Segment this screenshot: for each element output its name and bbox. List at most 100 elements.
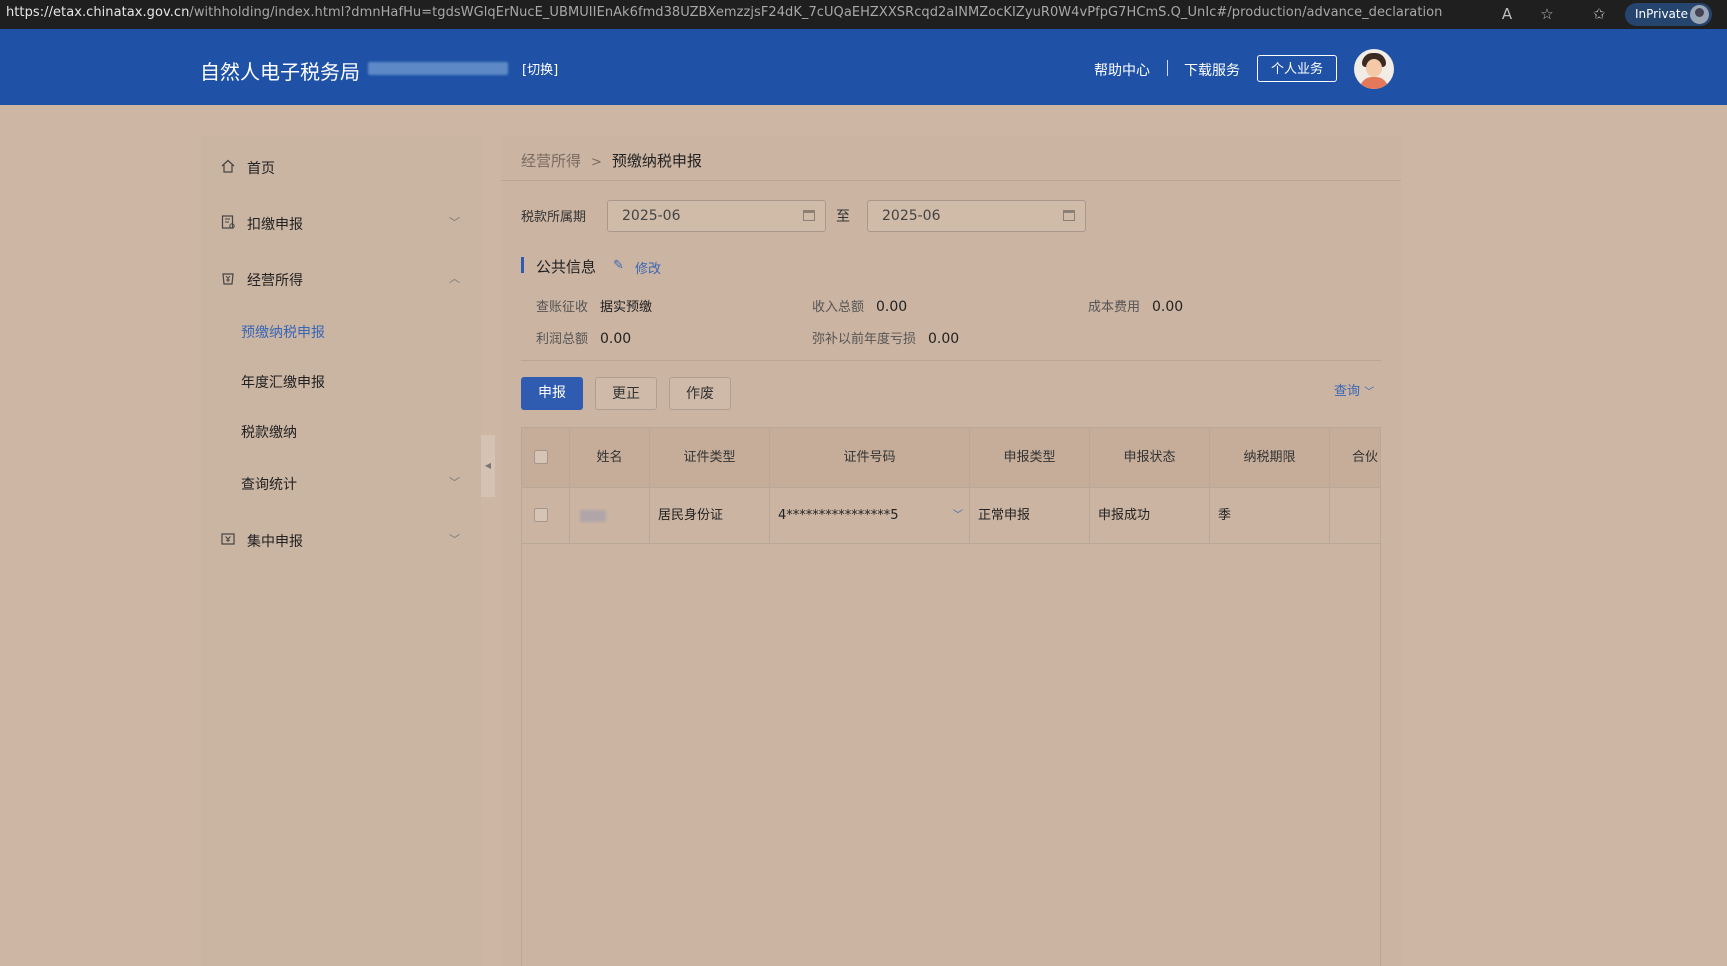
redacted-user-name [368,62,508,75]
cell-partner [1330,488,1380,543]
sidebar-item-central-declaration[interactable]: 集中申报 ﹀ [201,519,481,559]
breadcrumb-current: 预缴纳税申报 [611,152,702,170]
info-value: 0.00 [928,331,960,347]
chevron-down-icon: ﹀ [1364,387,1375,398]
column-header: 姓名 [570,428,650,487]
calendar-icon [1063,210,1075,221]
sidebar-sub-label: 查询统计 [241,477,297,493]
info-key: 弥补以前年度亏损 [812,332,917,347]
info-field: 利润总额 0.00 [536,328,631,347]
cell-id-number-text: 4****************5 [778,508,899,523]
url-text[interactable]: https://etax.chinatax.gov.cn/withholding… [6,5,1442,20]
header-divider [1167,60,1168,76]
chevron-up-icon: ︿ [449,272,460,285]
cell-declaration-type: 正常申报 [970,488,1090,543]
sidebar-item-business-income[interactable]: 经营所得 ︿ [201,258,481,298]
section-marker [521,257,524,273]
chevron-down-icon: ﹀ [449,476,460,489]
info-field: 弥补以前年度亏损 0.00 [812,328,959,347]
url-host: https://etax.chinatax.gov.cn [6,5,190,20]
cell-id-type: 居民身份证 [650,488,770,543]
breadcrumb: 经营所得 > 预缴纳税申报 [521,150,702,171]
sidebar-sub-advance-declaration[interactable]: 预缴纳税申报 [201,310,481,350]
period-to-value: 2025-06 [882,208,941,224]
info-field: 收入总额 0.00 [812,296,907,315]
sidebar-sub-label: 税款缴纳 [241,425,297,441]
sidebar-collapse-handle[interactable]: ◀ [481,435,495,497]
edit-public-info-link[interactable]: 修改 [635,258,661,277]
sidebar-sub-query-stats[interactable]: 查询统计 ﹀ [201,462,481,502]
info-key: 利润总额 [536,332,589,347]
info-key: 成本费用 [1088,300,1141,315]
sidebar-item-label: 扣缴申报 [247,217,303,233]
star-icon[interactable]: ☆ [1537,4,1557,24]
declare-button[interactable]: 申报 [521,377,583,410]
divider [501,180,1401,181]
sidebar-item-withholding[interactable]: 扣缴申报 ﹀ [201,202,481,242]
cell-status: 申报成功 [1090,488,1210,543]
header-select-cell [522,428,570,487]
info-value: 0.00 [876,299,908,315]
avatar-face [1366,59,1382,77]
correct-button[interactable]: 更正 [595,377,657,410]
site-header: 自然人电子税务局 [切换] 帮助中心 下载服务 个人业务 [0,29,1727,105]
download-service-link[interactable]: 下载服务 [1184,60,1240,80]
info-value: 0.00 [600,331,632,347]
chevron-down-icon: ﹀ [449,533,460,546]
edit-icon[interactable]: ✎ [613,258,624,273]
central-declare-icon [221,533,235,545]
inprivate-badge[interactable]: InPrivate [1625,3,1712,26]
favorites-icon[interactable]: ✩ [1589,4,1609,24]
sidebar: 首页 扣缴申报 ﹀ 经营所得 ︿ 预缴纳税申报 年度汇缴申报 税款缴纳 查询统计… [201,136,481,966]
sidebar-item-label: 经营所得 [247,273,303,289]
breadcrumb-parent[interactable]: 经营所得 [521,152,581,170]
column-header: 合伙 [1352,450,1379,465]
cell-id-number: 4****************5 ﹀ [770,488,970,543]
chevron-down-icon: ﹀ [449,216,460,229]
public-info-title: 公共信息 [536,258,597,276]
column-header: 申报状态 [1090,428,1210,487]
switch-link[interactable]: [切换] [522,59,558,78]
table-header: 姓名 证件类型 证件号码 申报类型 申报状态 纳税期限 合伙 [522,428,1380,488]
browser-address-bar[interactable]: https://etax.chinatax.gov.cn/withholding… [0,0,1727,29]
row-checkbox[interactable] [534,508,548,522]
info-field: 查账征收 据实预缴 [536,296,652,315]
profile-avatar-icon [1690,5,1709,24]
breadcrumb-separator-icon: > [591,155,602,170]
sidebar-sub-label: 预缴纳税申报 [241,325,325,341]
column-header: 证件类型 [650,428,770,487]
url-path: /withholding/index.html?dmnHafHu=tgdsWGl… [189,5,1443,20]
calendar-icon [803,210,815,221]
void-button[interactable]: 作废 [669,377,731,410]
column-header: 证件号码 [770,428,970,487]
inprivate-label: InPrivate [1635,7,1688,21]
sidebar-item-home[interactable]: 首页 [201,146,481,186]
main-panel: 经营所得 > 预缴纳税申报 税款所属期 2025-06 至 2025-06 公共信息… [501,136,1401,966]
column-header: 申报类型 [970,428,1090,487]
query-label: 查询 [1334,384,1361,399]
period-label: 税款所属期 [521,210,587,225]
declare-icon [221,215,235,229]
info-value: 0.00 [1152,299,1184,315]
select-all-checkbox[interactable] [534,450,548,464]
period-from-value: 2025-06 [622,208,681,224]
home-icon [221,159,235,173]
declaration-table: 姓名 证件类型 证件号码 申报类型 申报状态 纳税期限 合伙 居民身份证 4**… [521,427,1381,966]
help-center-link[interactable]: 帮助中心 [1094,60,1150,80]
chevron-down-icon[interactable]: ﹀ [953,488,963,543]
query-toggle[interactable]: 查询 ﹀ [1334,380,1374,399]
sidebar-sub-tax-payment[interactable]: 税款缴纳 [201,410,481,450]
cell-name [570,488,650,543]
site-brand[interactable]: 自然人电子税务局 [200,56,360,85]
table-row[interactable]: 居民身份证 4****************5 ﹀ 正常申报 申报成功 季 [522,488,1380,544]
info-value: 据实预缴 [600,300,653,315]
personal-business-button[interactable]: 个人业务 [1257,55,1337,82]
period-to-input[interactable]: 2025-06 [867,200,1086,232]
period-to-word: 至 [836,209,850,225]
sidebar-item-label: 集中申报 [247,534,303,550]
sidebar-item-label: 首页 [247,161,275,177]
user-avatar[interactable] [1354,49,1394,89]
period-from-input[interactable]: 2025-06 [607,200,826,232]
sidebar-sub-annual-declaration[interactable]: 年度汇缴申报 [201,360,481,400]
read-aloud-icon[interactable]: A [1497,4,1517,24]
